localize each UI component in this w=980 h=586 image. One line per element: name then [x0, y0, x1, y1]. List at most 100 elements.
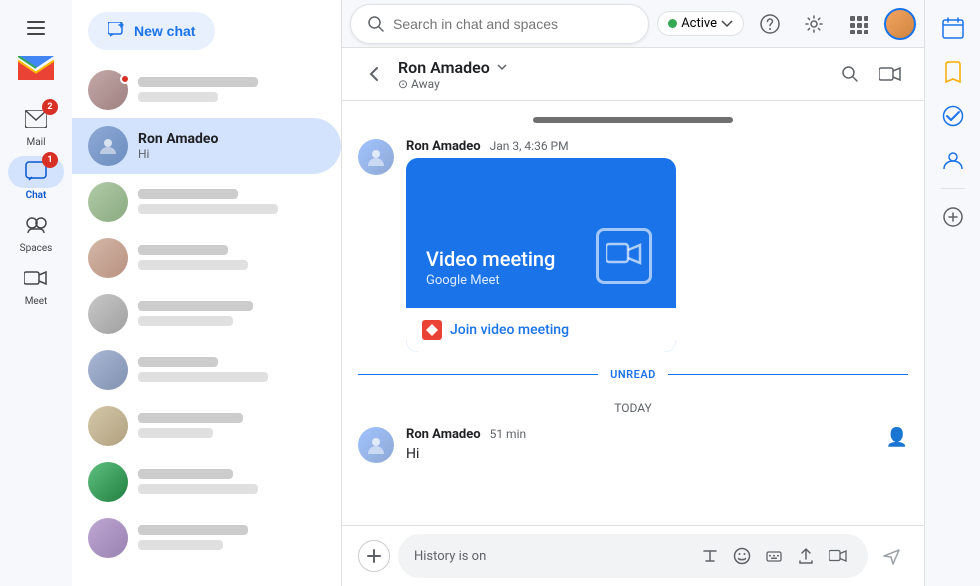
- chat-info: [138, 467, 325, 497]
- chat-list-item[interactable]: [72, 62, 341, 118]
- search-chat-button[interactable]: [832, 56, 868, 92]
- history-text: History is on: [414, 549, 486, 564]
- new-chat-icon: [108, 22, 126, 40]
- add-button[interactable]: [358, 540, 390, 572]
- nav-item-chat-icon-wrap: 1: [8, 156, 64, 188]
- chat-header-name: Ron Amadeo: [398, 58, 824, 77]
- chat-name: [138, 523, 325, 539]
- contacts-icon-button[interactable]: [933, 140, 973, 180]
- emoji-icon: [733, 547, 751, 565]
- chat-header-actions: [832, 56, 908, 92]
- chat-list-item[interactable]: [72, 454, 341, 510]
- message-content-2: Ron Amadeo 51 min Hi: [406, 427, 874, 462]
- chat-list-item[interactable]: [72, 510, 341, 566]
- format-text-button[interactable]: [696, 542, 724, 570]
- message-input-wrap[interactable]: History is on: [398, 534, 868, 578]
- chat-preview: [138, 539, 325, 553]
- contacts-icon: [942, 149, 964, 171]
- upload-button[interactable]: [792, 542, 820, 570]
- chat-info: [138, 187, 325, 217]
- gear-icon: [804, 14, 824, 34]
- nav-item-mail[interactable]: 2 Mail: [0, 99, 72, 152]
- chat-header-info: Ron Amadeo ⊙ Away: [398, 58, 824, 91]
- chat-preview: Hi: [138, 147, 325, 161]
- chevron-down-icon: [721, 20, 733, 28]
- chat-list-item[interactable]: [72, 342, 341, 398]
- calendar-icon-button[interactable]: [933, 8, 973, 48]
- chat-preview: [138, 427, 325, 441]
- today-label: TODAY: [358, 401, 908, 415]
- chat-name: [138, 299, 325, 315]
- chat-name: [138, 467, 325, 483]
- video-button[interactable]: [824, 542, 852, 570]
- active-status-button[interactable]: Active: [657, 11, 744, 36]
- mail-label: Mail: [26, 137, 45, 148]
- message-avatar-2: [358, 427, 394, 463]
- avatar-wrap: [88, 518, 128, 558]
- mail-badge: 2: [42, 99, 58, 115]
- unread-divider: UNREAD: [358, 368, 908, 381]
- join-video-meeting-button[interactable]: Join video meeting: [406, 308, 676, 352]
- search-chat-icon: [840, 64, 860, 84]
- search-input[interactable]: [393, 16, 632, 32]
- keep-icon: [944, 61, 962, 83]
- chat-list-item[interactable]: [72, 230, 341, 286]
- video-call-button[interactable]: [872, 56, 908, 92]
- emoji-button[interactable]: [728, 542, 756, 570]
- chat-name: [138, 243, 325, 259]
- chat-list-item[interactable]: [72, 174, 341, 230]
- chat-info: [138, 243, 325, 273]
- nav-item-meet[interactable]: Meet: [0, 258, 72, 311]
- emoji-icon: 👤: [886, 427, 908, 448]
- chat-list-panel: New chat: [72, 0, 342, 586]
- divider-line-right: [668, 374, 908, 375]
- video-icon: [829, 549, 847, 563]
- gmail-logo: [18, 56, 54, 83]
- chat-preview: [138, 259, 325, 273]
- message-avatar: [358, 139, 394, 175]
- keyboard-icon: [766, 548, 782, 564]
- help-icon: [760, 14, 780, 34]
- chat-info: [138, 75, 325, 105]
- chat-name: [138, 411, 325, 427]
- help-button[interactable]: [752, 6, 788, 42]
- new-chat-button[interactable]: New chat: [88, 12, 215, 50]
- chat-name: Ron Amadeo: [138, 131, 325, 147]
- message-meta: Ron Amadeo Jan 3, 4:36 PM: [406, 139, 908, 154]
- add-plugin-button[interactable]: [933, 197, 973, 237]
- ron-avatar: [88, 126, 128, 166]
- new-chat-label: New chat: [134, 23, 195, 39]
- unread-label: UNREAD: [610, 368, 656, 381]
- chat-info: [138, 299, 325, 329]
- apps-button[interactable]: [840, 6, 876, 42]
- user-avatar[interactable]: [884, 8, 916, 40]
- dropdown-icon[interactable]: [494, 59, 510, 75]
- tasks-icon-button[interactable]: [933, 96, 973, 136]
- chat-preview: [138, 315, 325, 329]
- send-button[interactable]: [876, 540, 908, 572]
- emoji-reaction-area: 👤: [886, 427, 908, 448]
- keep-icon-button[interactable]: [933, 52, 973, 92]
- message-text: Hi: [406, 446, 874, 462]
- nav-item-chat[interactable]: 1 Chat: [0, 152, 72, 205]
- meet-label: Meet: [25, 296, 48, 307]
- chat-list-item[interactable]: [72, 398, 341, 454]
- message-input-area: History is on: [342, 525, 924, 586]
- settings-button[interactable]: [796, 6, 832, 42]
- back-button[interactable]: [358, 58, 390, 90]
- mention-button[interactable]: [760, 542, 788, 570]
- message-content: Ron Amadeo Jan 3, 4:36 PM Video meeting …: [406, 139, 908, 352]
- divider-line-left: [358, 374, 598, 375]
- hamburger-menu[interactable]: [16, 8, 56, 48]
- topbar: Active: [342, 0, 924, 48]
- chat-list-item[interactable]: [72, 286, 341, 342]
- search-bar[interactable]: [350, 4, 649, 44]
- chat-list-item-ron[interactable]: Ron Amadeo Hi: [72, 118, 341, 174]
- nav-item-spaces[interactable]: Spaces: [0, 205, 72, 258]
- avatar-wrap: [88, 238, 128, 278]
- video-meeting-card[interactable]: Video meeting Google Meet: [406, 158, 676, 352]
- chat-header: Ron Amadeo ⊙ Away: [342, 48, 924, 101]
- message-timestamp-2: 51 min: [490, 427, 527, 441]
- message-group-2: Ron Amadeo 51 min Hi 👤: [358, 427, 908, 463]
- search-icon: [367, 15, 385, 33]
